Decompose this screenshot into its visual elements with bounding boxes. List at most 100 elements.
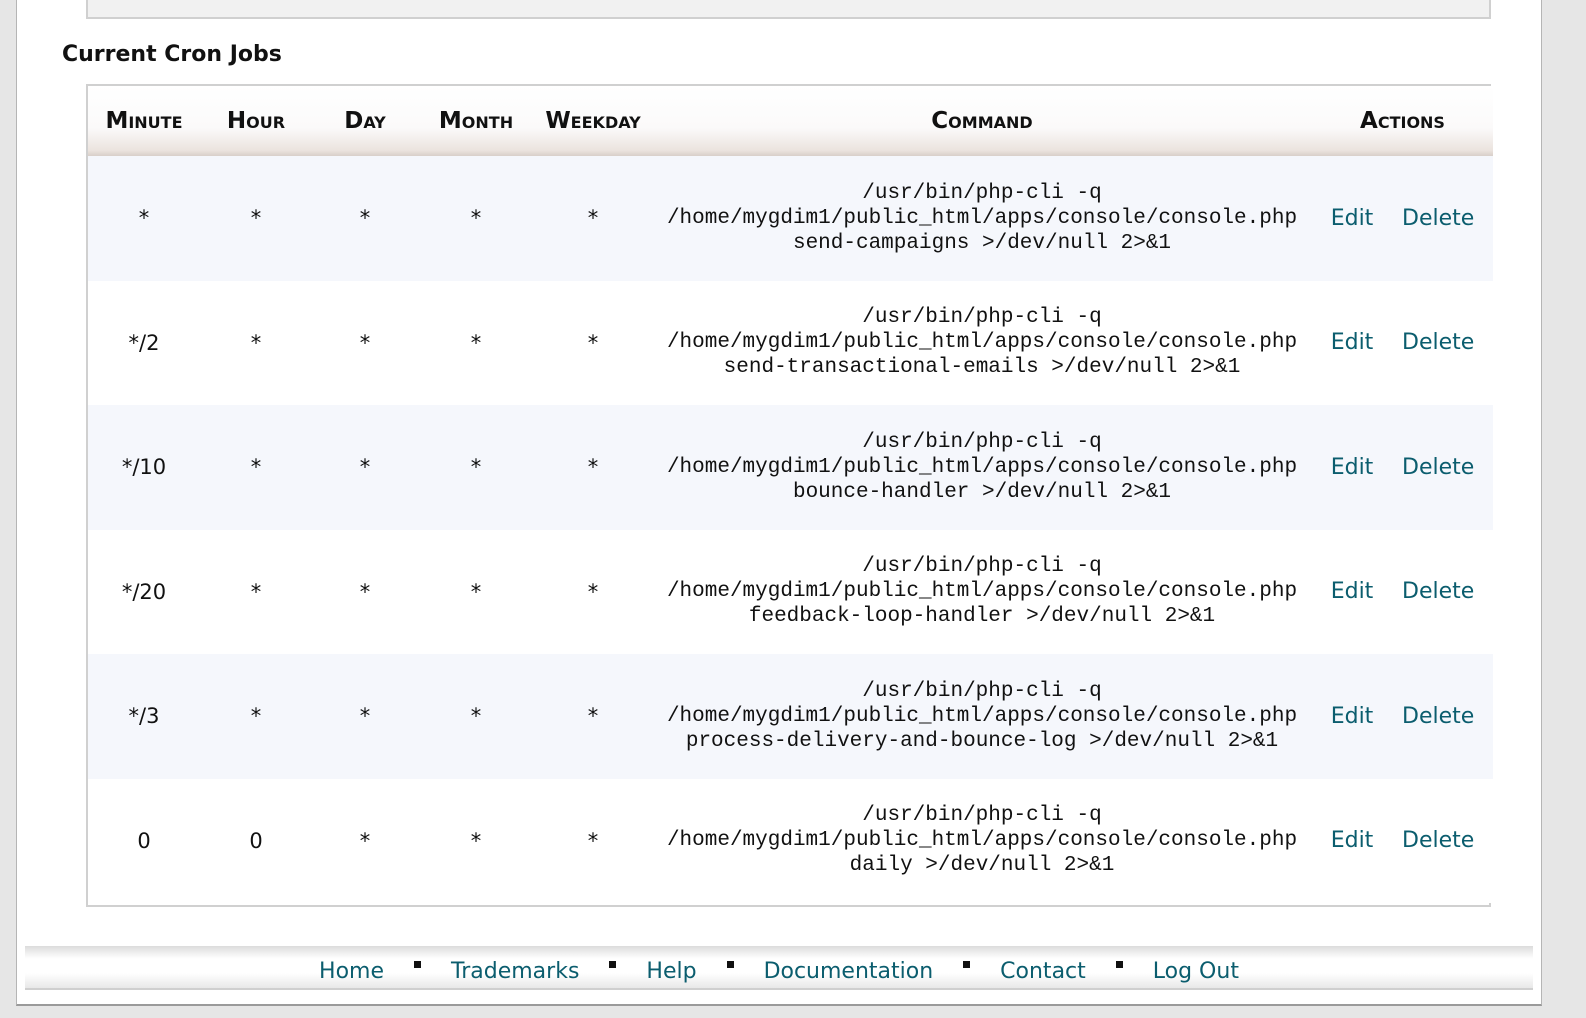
delete-link[interactable]: Delete bbox=[1402, 579, 1474, 604]
command-line: /usr/bin/php-cli -q bbox=[862, 181, 1102, 205]
cell-day: * bbox=[312, 156, 418, 281]
table-row: 0 0 * * * /usr/bin/php-cli -q /home/mygd… bbox=[88, 778, 1493, 903]
cell-command: /usr/bin/php-cli -q /home/mygdim1/public… bbox=[652, 405, 1312, 530]
column-header-hour[interactable]: Hour bbox=[200, 86, 312, 156]
footer-bar: Home Trademarks Help Documentation Conta… bbox=[25, 946, 1533, 990]
command-line: feedback-loop-handler >/dev/null 2>&1 bbox=[748, 605, 1216, 629]
separator-bullet-icon bbox=[726, 960, 734, 968]
edit-link[interactable]: Edit bbox=[1331, 828, 1374, 853]
cell-actions: Edit Delete bbox=[1312, 778, 1493, 903]
column-header-month[interactable]: Month bbox=[418, 86, 534, 156]
table-header-row: Minute Hour Day Month Weekday Command Ac… bbox=[88, 86, 1493, 156]
command-line: /usr/bin/php-cli -q bbox=[862, 804, 1102, 828]
column-header-minute[interactable]: Minute bbox=[88, 86, 200, 156]
cell-command: /usr/bin/php-cli -q /home/mygdim1/public… bbox=[652, 156, 1312, 281]
cell-month: * bbox=[418, 405, 534, 530]
cell-month: * bbox=[418, 778, 534, 903]
footer-link-logout[interactable]: Log Out bbox=[1153, 958, 1239, 986]
cron-jobs-table: Minute Hour Day Month Weekday Command Ac… bbox=[88, 86, 1493, 903]
command-line: daily >/dev/null 2>&1 bbox=[849, 854, 1115, 878]
cell-day: * bbox=[312, 529, 418, 654]
table-row: */3 * * * * /usr/bin/php-cli -q /home/my… bbox=[88, 654, 1493, 779]
delete-link[interactable]: Delete bbox=[1402, 828, 1474, 853]
column-header-command[interactable]: Command bbox=[652, 86, 1312, 156]
cell-actions: Edit Delete bbox=[1312, 156, 1493, 281]
command-line: /home/mygdim1/public_html/apps/console/c… bbox=[666, 829, 1298, 853]
command-line: /home/mygdim1/public_html/apps/console/c… bbox=[666, 206, 1298, 230]
edit-link[interactable]: Edit bbox=[1331, 455, 1374, 480]
cell-hour: * bbox=[200, 280, 312, 405]
command-line: send-transactional-emails >/dev/null 2>&… bbox=[723, 356, 1241, 380]
cell-day: * bbox=[312, 280, 418, 405]
command-line: /usr/bin/php-cli -q bbox=[862, 679, 1102, 703]
separator-bullet-icon bbox=[1115, 960, 1123, 968]
cell-actions: Edit Delete bbox=[1312, 654, 1493, 779]
cell-day: * bbox=[312, 405, 418, 530]
cell-actions: Edit Delete bbox=[1312, 405, 1493, 530]
command-line: /home/mygdim1/public_html/apps/console/c… bbox=[666, 455, 1298, 479]
footer-link-trademarks[interactable]: Trademarks bbox=[451, 958, 579, 986]
cell-month: * bbox=[418, 654, 534, 779]
command-line: process-delivery-and-bounce-log >/dev/nu… bbox=[685, 729, 1279, 753]
separator-bullet-icon bbox=[963, 960, 971, 968]
cell-command: /usr/bin/php-cli -q /home/mygdim1/public… bbox=[652, 529, 1312, 654]
footer-link-contact[interactable]: Contact bbox=[1000, 958, 1086, 986]
cell-weekday: * bbox=[534, 654, 652, 779]
cell-minute: */20 bbox=[88, 529, 200, 654]
cell-weekday: * bbox=[534, 280, 652, 405]
cell-minute: 0 bbox=[88, 778, 200, 903]
edit-link[interactable]: Edit bbox=[1331, 579, 1374, 604]
table-row: */20 * * * * /usr/bin/php-cli -q /home/m… bbox=[88, 529, 1493, 654]
command-line: send-campaigns >/dev/null 2>&1 bbox=[792, 231, 1172, 255]
delete-link[interactable]: Delete bbox=[1402, 704, 1474, 729]
edit-link[interactable]: Edit bbox=[1331, 330, 1374, 355]
column-header-actions: Actions bbox=[1312, 86, 1493, 156]
cell-command: /usr/bin/php-cli -q /home/mygdim1/public… bbox=[652, 280, 1312, 405]
cell-day: * bbox=[312, 654, 418, 779]
cell-minute: */10 bbox=[88, 405, 200, 530]
cell-minute: */2 bbox=[88, 280, 200, 405]
cell-hour: * bbox=[200, 654, 312, 779]
cell-hour: * bbox=[200, 156, 312, 281]
cell-command: /usr/bin/php-cli -q /home/mygdim1/public… bbox=[652, 778, 1312, 903]
command-line: bounce-handler >/dev/null 2>&1 bbox=[792, 480, 1172, 504]
cell-hour: * bbox=[200, 405, 312, 530]
cell-hour: * bbox=[200, 529, 312, 654]
command-line: /usr/bin/php-cli -q bbox=[862, 555, 1102, 579]
table-row: */2 * * * * /usr/bin/php-cli -q /home/my… bbox=[88, 280, 1493, 405]
separator-bullet-icon bbox=[609, 960, 617, 968]
footer-link-help[interactable]: Help bbox=[646, 958, 696, 986]
footer-link-home[interactable]: Home bbox=[319, 958, 384, 986]
cell-actions: Edit Delete bbox=[1312, 280, 1493, 405]
cell-month: * bbox=[418, 280, 534, 405]
cell-minute: * bbox=[88, 156, 200, 281]
delete-link[interactable]: Delete bbox=[1402, 330, 1474, 355]
footer-link-documentation[interactable]: Documentation bbox=[764, 958, 934, 986]
cell-month: * bbox=[418, 156, 534, 281]
cell-weekday: * bbox=[534, 778, 652, 903]
cell-command: /usr/bin/php-cli -q /home/mygdim1/public… bbox=[652, 654, 1312, 779]
cron-jobs-table-wrapper: Minute Hour Day Month Weekday Command Ac… bbox=[86, 84, 1493, 907]
delete-link[interactable]: Delete bbox=[1402, 455, 1474, 480]
column-header-weekday[interactable]: Weekday bbox=[534, 86, 652, 156]
cell-minute: */3 bbox=[88, 654, 200, 779]
table-row: * * * * * /usr/bin/php-cli -q /home/mygd… bbox=[88, 156, 1493, 281]
column-header-day[interactable]: Day bbox=[312, 86, 418, 156]
cell-weekday: * bbox=[534, 529, 652, 654]
footer-nav: Home Trademarks Help Documentation Conta… bbox=[25, 958, 1533, 986]
command-line: /usr/bin/php-cli -q bbox=[862, 306, 1102, 330]
section-title: Current Cron Jobs bbox=[62, 42, 282, 67]
cell-day: * bbox=[312, 778, 418, 903]
previous-panel bbox=[86, 0, 1491, 19]
command-line: /usr/bin/php-cli -q bbox=[862, 430, 1102, 454]
edit-link[interactable]: Edit bbox=[1331, 206, 1374, 231]
separator-bullet-icon bbox=[414, 960, 422, 968]
delete-link[interactable]: Delete bbox=[1402, 206, 1474, 231]
cell-month: * bbox=[418, 529, 534, 654]
command-line: /home/mygdim1/public_html/apps/console/c… bbox=[666, 580, 1298, 604]
cell-actions: Edit Delete bbox=[1312, 529, 1493, 654]
cell-weekday: * bbox=[534, 156, 652, 281]
command-line: /home/mygdim1/public_html/apps/console/c… bbox=[666, 331, 1298, 355]
cell-weekday: * bbox=[534, 405, 652, 530]
edit-link[interactable]: Edit bbox=[1331, 704, 1374, 729]
